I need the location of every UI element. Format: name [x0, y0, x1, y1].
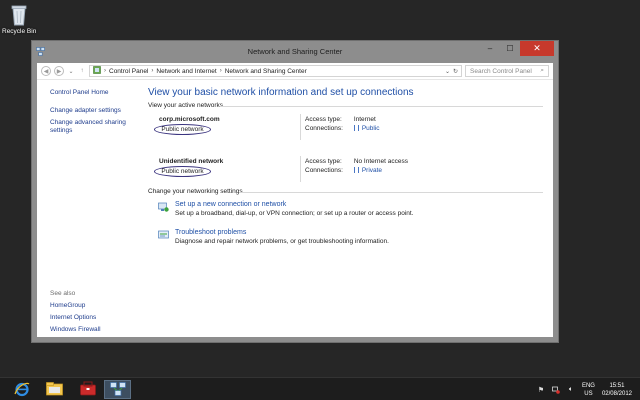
sidebar-item-change-adapter-settings[interactable]: Change adapter settings: [50, 107, 140, 115]
see-also-heading: See also: [50, 290, 76, 297]
clock[interactable]: 15:51 02/08/2012: [602, 382, 632, 398]
internet-explorer-icon: [13, 381, 30, 399]
back-arrow-icon: ◀: [43, 68, 49, 75]
recycle-bin-icon: [10, 4, 28, 26]
setup-connection-link[interactable]: Set up a new connection or network: [175, 201, 543, 208]
address-dropdown-icon[interactable]: ⌄: [445, 68, 450, 75]
connections-label: Connections:: [305, 167, 343, 174]
breadcrumb-network-sharing-center[interactable]: Network and Sharing Center: [225, 68, 307, 75]
main-content: View your basic network information and …: [148, 87, 543, 257]
taskbar: ⚑ 🔈︎ ENG US 15:51 02/08/2012: [0, 377, 640, 400]
see-also-windows-firewall[interactable]: Windows Firewall: [50, 326, 140, 333]
breadcrumb-control-panel[interactable]: Control Panel: [109, 68, 148, 75]
region-code: US: [584, 390, 593, 397]
sidebar-item-control-panel-home[interactable]: Control Panel Home: [50, 89, 140, 97]
page-title: View your basic network information and …: [148, 87, 414, 98]
forward-arrow-icon: ▶: [56, 68, 62, 75]
see-also-homegroup[interactable]: HomeGroup: [50, 302, 140, 309]
breadcrumb-network-internet[interactable]: Network and Internet: [156, 68, 216, 75]
taskbar-internet-explorer[interactable]: [8, 380, 35, 399]
up-button[interactable]: ↑: [78, 68, 86, 74]
back-button[interactable]: ◀: [41, 66, 51, 76]
connection-link-public[interactable]: Public: [362, 125, 380, 132]
ethernet-connection-icon: [353, 125, 359, 131]
clock-date: 02/08/2012: [601, 390, 632, 397]
refresh-icon[interactable]: ↻: [453, 68, 458, 75]
action-center-flag-icon[interactable]: ⚑: [537, 386, 545, 394]
search-placeholder: Search Control Panel: [470, 67, 532, 75]
recycle-bin-shortcut[interactable]: Recycle Bin: [2, 2, 36, 35]
forward-button[interactable]: ▶: [54, 66, 64, 76]
maximize-button[interactable]: ☐: [500, 41, 520, 56]
see-also-internet-options[interactable]: Internet Options: [50, 314, 140, 321]
toolbox-app-icon: [79, 381, 96, 398]
network-category-link[interactable]: Public network: [154, 124, 211, 135]
breadcrumb-separator-icon: ›: [104, 68, 106, 74]
access-type-label: Access type:: [305, 158, 342, 165]
sidebar-item-change-advanced-sharing[interactable]: Change advanced sharing settings: [50, 119, 140, 135]
troubleshoot-link[interactable]: Troubleshoot problems: [175, 229, 543, 236]
file-explorer-icon: [46, 381, 63, 398]
section-divider: [220, 106, 543, 107]
section-divider: [240, 192, 543, 193]
system-tray: ⚑ 🔈︎ ENG US 15:51 02/08/2012: [537, 378, 632, 400]
connections-label: Connections:: [305, 125, 343, 132]
troubleshoot-description: Diagnose and repair network problems, or…: [175, 238, 389, 245]
language-indicator[interactable]: ENG US: [582, 382, 595, 398]
address-field[interactable]: › Control Panel › Network and Internet ›…: [89, 65, 462, 77]
new-connection-icon: [158, 202, 169, 212]
network-icon: [109, 381, 126, 398]
connection-link-private[interactable]: Private: [362, 167, 382, 174]
active-networks-heading: View your active networks: [148, 102, 543, 109]
taskbar-file-explorer[interactable]: [41, 380, 68, 399]
control-panel-icon: [93, 66, 101, 76]
sidebar: Control Panel Home Change adapter settin…: [50, 89, 140, 139]
breadcrumb-separator-icon: ›: [151, 68, 154, 74]
network-divider: [300, 114, 301, 140]
active-networks-heading-text: View your active networks: [148, 102, 224, 109]
title-bar[interactable]: Network and Sharing Center – ☐ ✕: [32, 41, 558, 63]
breadcrumb-separator-icon: ›: [219, 68, 222, 74]
volume-icon[interactable]: 🔈︎: [567, 386, 575, 394]
ethernet-connection-icon: [353, 167, 359, 173]
setup-connection-description: Set up a broadband, dial-up, or VPN conn…: [175, 210, 414, 217]
clock-time: 15:51: [609, 382, 625, 389]
network-divider: [300, 156, 301, 182]
close-button[interactable]: ✕: [520, 41, 554, 56]
taskbar-network-sharing-center[interactable]: [104, 380, 131, 399]
task-troubleshoot: Troubleshoot problems Diagnose and repai…: [148, 229, 543, 257]
access-type-label: Access type:: [305, 116, 342, 123]
search-input[interactable]: Search Control Panel ⌕: [465, 65, 549, 77]
task-new-connection: Set up a new connection or network Set u…: [148, 201, 543, 229]
recent-pages-button[interactable]: ⌄: [67, 68, 75, 75]
network-name: corp.microsoft.com: [159, 116, 220, 123]
network-status-icon[interactable]: [552, 386, 560, 394]
recycle-bin-label: Recycle Bin: [2, 28, 37, 35]
language-code: ENG: [581, 382, 595, 389]
window-client-area: ◀ ▶ ⌄ ↑ › Control Panel › Network and In…: [37, 63, 553, 337]
access-type-value: No Internet access: [353, 158, 409, 165]
address-bar: ◀ ▶ ⌄ ↑ › Control Panel › Network and In…: [37, 63, 553, 80]
search-icon[interactable]: ⌕: [540, 67, 544, 75]
access-type-value: Internet: [353, 116, 376, 123]
change-settings-heading-text: Change your networking settings: [148, 188, 243, 195]
minimize-button[interactable]: –: [480, 41, 500, 56]
network-category-link[interactable]: Public network: [154, 166, 211, 177]
see-also-section: See also HomeGroup Internet Options Wind…: [50, 290, 140, 338]
network-name: Unidentified network: [159, 158, 224, 165]
troubleshoot-icon: [158, 230, 169, 240]
network-sharing-window: Network and Sharing Center – ☐ ✕ ◀ ▶ ⌄ ↑…: [31, 40, 559, 343]
taskbar-app[interactable]: [74, 380, 101, 399]
change-settings-heading: Change your networking settings: [148, 188, 543, 195]
network-entry: corp.microsoft.com Public network Access…: [148, 114, 543, 156]
